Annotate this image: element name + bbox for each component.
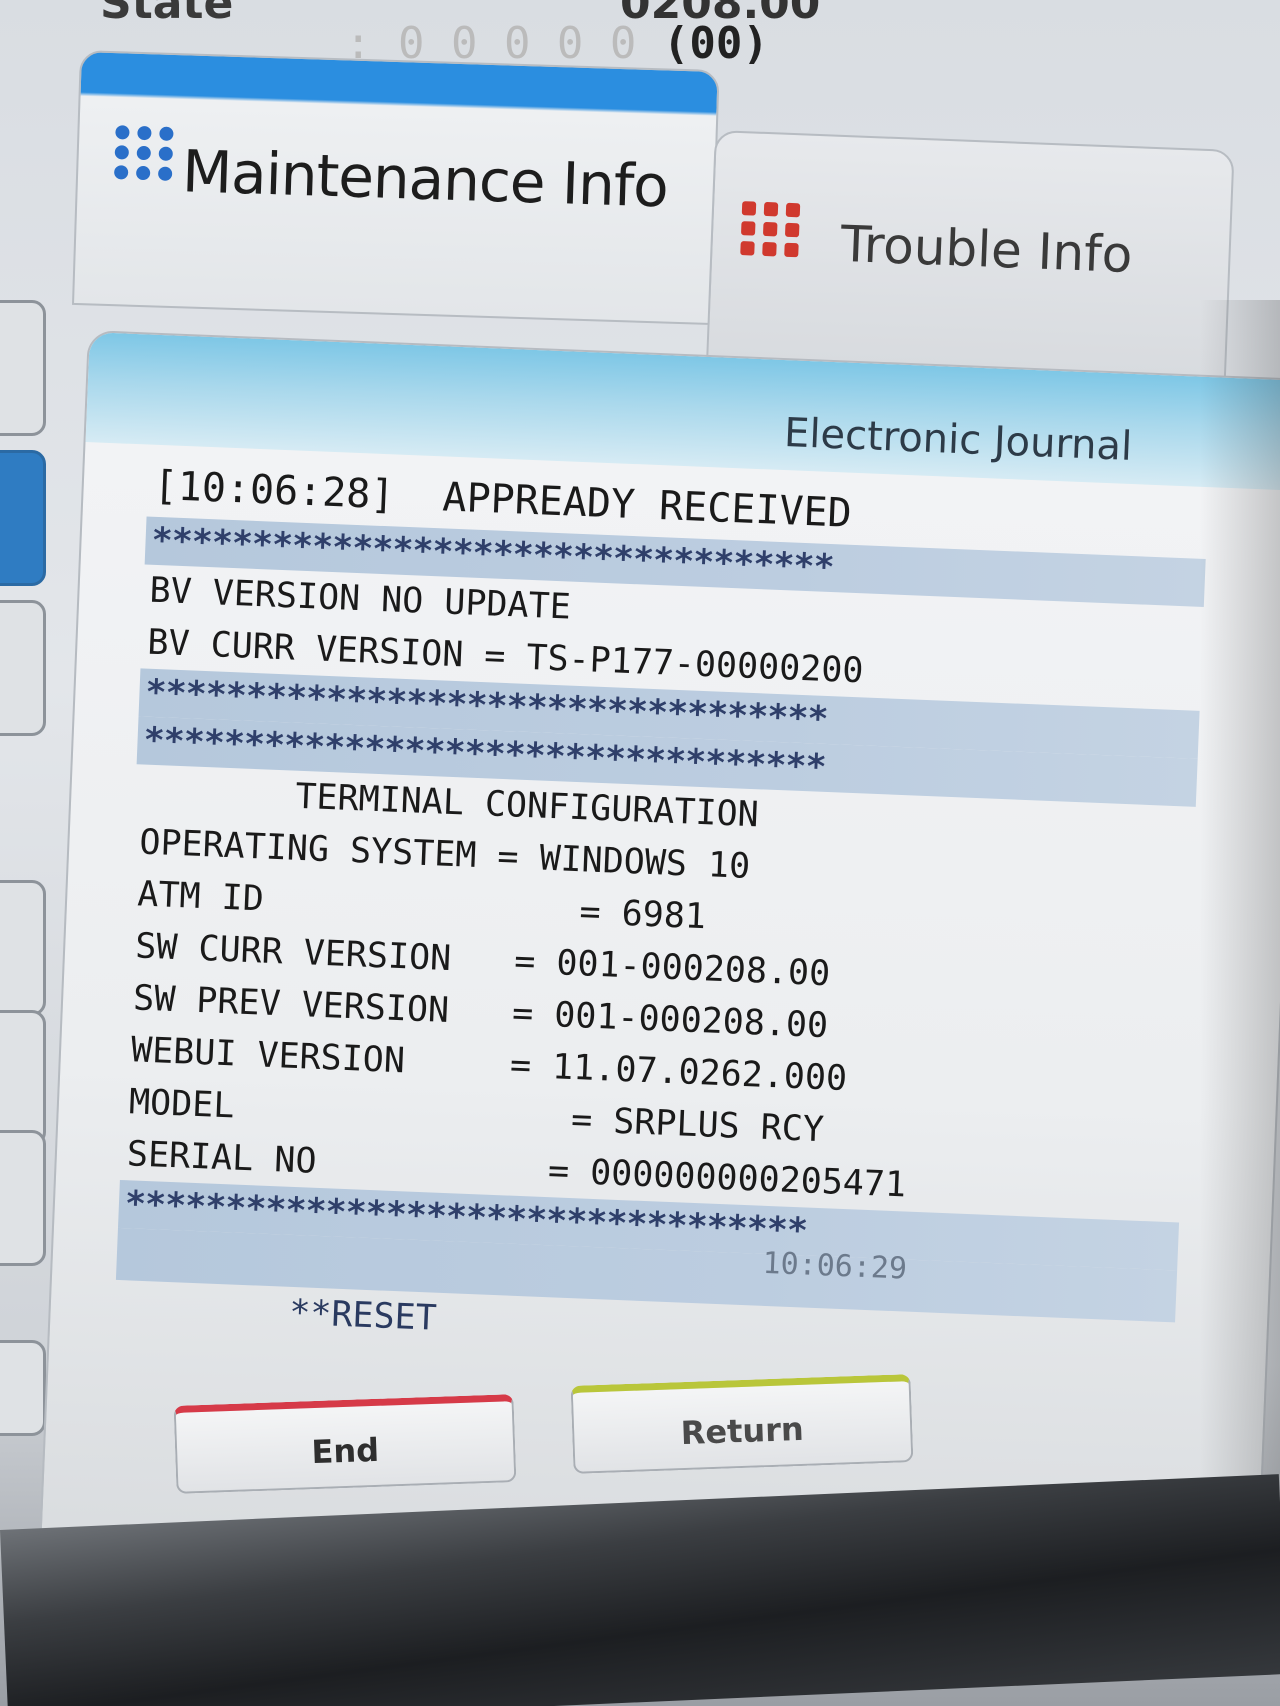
side-key-2[interactable] bbox=[0, 450, 46, 586]
tab-trouble-label: Trouble Info bbox=[839, 214, 1134, 285]
state-line: State 0208.00 bbox=[100, 0, 820, 29]
grid-squares-icon bbox=[740, 201, 802, 258]
tab-maintenance-label: Maintenance Info bbox=[181, 137, 669, 221]
state-code: (00) bbox=[662, 18, 769, 69]
end-button[interactable]: End bbox=[173, 1394, 517, 1494]
tab-maintenance-info[interactable]: Maintenance Info bbox=[71, 50, 720, 325]
state-label: State bbox=[100, 0, 234, 29]
return-button[interactable]: Return bbox=[570, 1374, 914, 1474]
side-key-6[interactable] bbox=[0, 1130, 46, 1266]
panel-title: Electronic Journal bbox=[783, 410, 1134, 470]
side-key-7[interactable] bbox=[0, 1340, 46, 1436]
tab-trouble-info[interactable]: Trouble Info bbox=[706, 130, 1235, 380]
reset-timestamp: 10:06:29 bbox=[761, 1245, 908, 1287]
atm-screen: State 0208.00 : 0 0 0 0 0 (00) Maintenan… bbox=[0, 0, 1280, 1706]
side-key-4[interactable] bbox=[0, 880, 46, 1016]
reset-label: **RESET bbox=[288, 1292, 438, 1339]
side-key-1[interactable] bbox=[0, 300, 46, 436]
side-key-3[interactable] bbox=[0, 600, 46, 736]
side-key-5[interactable] bbox=[0, 1010, 46, 1146]
grid-dots-icon bbox=[113, 125, 176, 181]
electronic-journal[interactable]: [10:06:28] APPREADY RECEIVED ***********… bbox=[115, 455, 1208, 1339]
screen-glare bbox=[1200, 300, 1280, 1550]
